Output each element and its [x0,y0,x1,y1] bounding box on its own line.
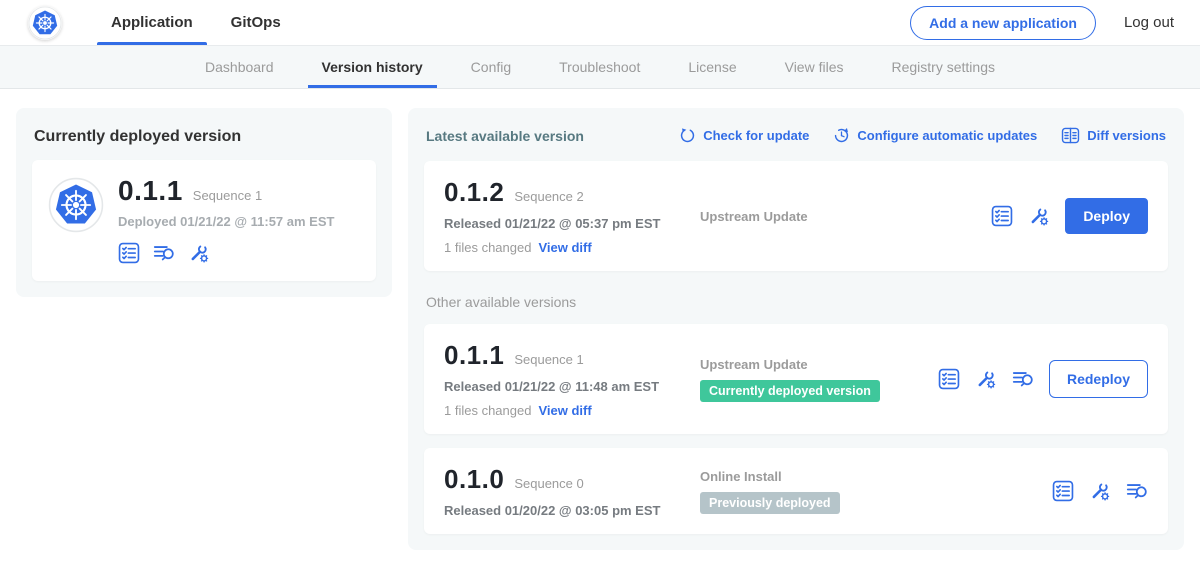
release-timestamp: Released 01/20/22 @ 03:05 pm EST [444,503,700,518]
deployed-version-card: 0.1.1 Sequence 1 Deployed 01/21/22 @ 11:… [32,160,376,281]
deployed-timestamp: Deployed 01/21/22 @ 11:57 am EST [118,214,334,229]
version-sequence: Sequence 0 [514,476,583,491]
version-sequence: Sequence 2 [514,189,583,204]
version-sequence: Sequence 1 [514,352,583,367]
tab-application[interactable]: Application [97,0,207,45]
schedule-update-icon [833,127,850,144]
app-subnav: Dashboard Version history Config Trouble… [0,46,1200,89]
version-number: 0.1.1 [444,340,504,371]
deployed-sequence: Sequence 1 [193,188,262,203]
version-source-label: Online Install [700,469,1042,484]
redeploy-button[interactable]: Redeploy [1049,360,1148,398]
configure-automatic-updates-link[interactable]: Configure automatic updates [833,127,1037,144]
tab-gitops[interactable]: GitOps [217,0,295,45]
version-source-label: Upstream Update [700,357,928,372]
add-application-button[interactable]: Add a new application [910,6,1096,40]
preflight-checks-icon[interactable] [1052,480,1074,502]
deployed-info: 0.1.1 Sequence 1 Deployed 01/21/22 @ 11:… [118,175,334,264]
version-source-label: Upstream Update [700,209,981,224]
subnav-registry-settings[interactable]: Registry settings [880,46,1007,88]
view-logs-icon[interactable] [153,242,175,264]
view-logs-icon[interactable] [1012,368,1034,390]
version-row-0-1-1: 0.1.1 Sequence 1 Released 01/21/22 @ 11:… [424,324,1168,434]
kubernetes-logo-icon [28,6,62,40]
logout-button[interactable]: Log out [1124,14,1174,31]
app-tabs: Application GitOps [92,0,300,45]
view-logs-icon[interactable] [1126,480,1148,502]
configure-updates-label: Configure automatic updates [857,128,1037,143]
release-timestamp: Released 01/21/22 @ 11:48 am EST [444,379,700,394]
diff-versions-label: Diff versions [1087,128,1166,143]
currently-deployed-badge: Currently deployed version [700,380,880,402]
preflight-checks-icon[interactable] [118,242,140,264]
edit-config-icon[interactable] [1089,480,1111,502]
edit-config-icon[interactable] [975,368,997,390]
main-content: Currently deployed version 0.1.1 Sequenc… [0,89,1200,564]
other-versions-title: Other available versions [426,294,1166,310]
latest-available-title: Latest available version [426,128,584,144]
version-row-0-1-2: 0.1.2 Sequence 2 Released 01/21/22 @ 05:… [424,161,1168,271]
subnav-version-history[interactable]: Version history [310,46,435,88]
view-diff-link[interactable]: View diff [538,403,591,418]
version-number: 0.1.0 [444,464,504,495]
subnav-dashboard[interactable]: Dashboard [193,46,286,88]
deployed-version-number: 0.1.1 [118,175,183,207]
diff-versions-link[interactable]: Diff versions [1061,126,1166,145]
top-header: Application GitOps Add a new application… [0,0,1200,46]
preflight-checks-icon[interactable] [938,368,960,390]
version-row-0-1-0: 0.1.0 Sequence 0 Released 01/20/22 @ 03:… [424,448,1168,534]
edit-config-icon[interactable] [1028,205,1050,227]
release-timestamp: Released 01/21/22 @ 05:37 pm EST [444,216,700,231]
files-changed-label: 1 files changed [444,403,531,418]
files-changed-label: 1 files changed [444,240,531,255]
diff-versions-icon [1061,126,1080,145]
version-history-panel: Latest available version Check for updat… [408,108,1184,550]
app-kubernetes-icon [48,177,104,233]
subnav-view-files[interactable]: View files [773,46,856,88]
check-for-update-label: Check for update [703,128,809,143]
edit-config-icon[interactable] [188,242,210,264]
subnav-license[interactable]: License [676,46,748,88]
subnav-troubleshoot[interactable]: Troubleshoot [547,46,652,88]
tab-application-label: Application [111,14,193,31]
subnav-config[interactable]: Config [459,46,523,88]
preflight-checks-icon[interactable] [991,205,1013,227]
view-diff-link[interactable]: View diff [538,240,591,255]
currently-deployed-card: Currently deployed version 0.1.1 Sequenc… [16,108,392,297]
tab-gitops-label: GitOps [231,14,281,31]
currently-deployed-title: Currently deployed version [34,128,374,146]
deploy-button[interactable]: Deploy [1065,198,1148,234]
previously-deployed-badge: Previously deployed [700,492,840,514]
check-for-update-link[interactable]: Check for update [679,127,809,144]
version-number: 0.1.2 [444,177,504,208]
refresh-icon [679,127,696,144]
